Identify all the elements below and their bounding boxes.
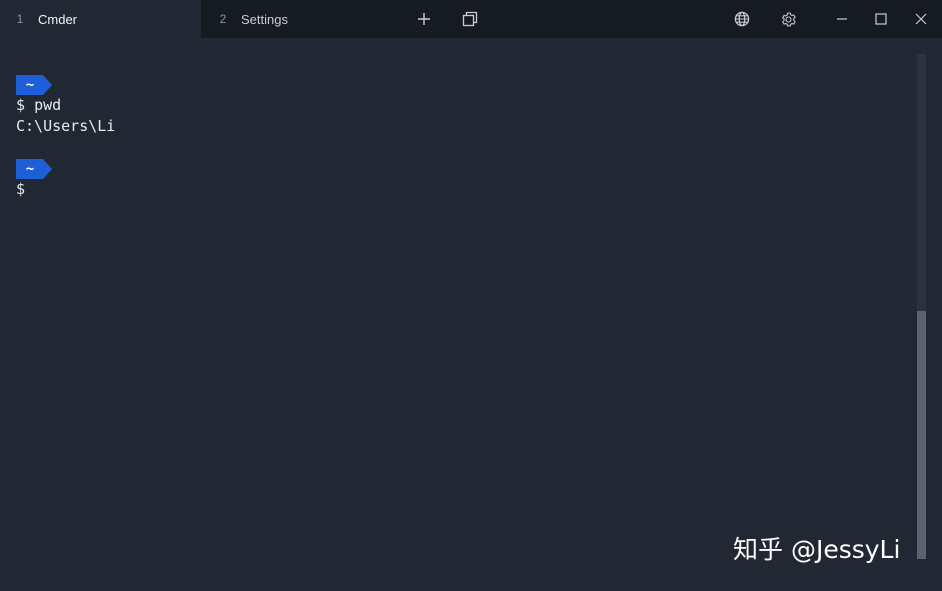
tab-number: 2 [219, 12, 227, 26]
prompt-symbol: $ [16, 96, 26, 114]
prompt-directory: ~ [25, 77, 35, 93]
duplicate-window-icon [462, 11, 478, 27]
prompt-directory-badge: ~ [16, 159, 52, 179]
settings-button[interactable] [770, 0, 806, 38]
watermark: 知乎 @JessyLi [733, 535, 901, 564]
tab-label: Cmder [38, 11, 78, 27]
minimize-button[interactable] [824, 0, 860, 38]
globe-icon [734, 11, 750, 27]
gear-icon [781, 12, 796, 26]
minimize-icon [837, 18, 847, 20]
tab-number: 1 [16, 12, 24, 26]
globe-button[interactable] [724, 0, 760, 38]
prompt-symbol: $ [16, 180, 26, 198]
maximize-icon [875, 13, 887, 25]
terminal-output[interactable]: ~ $ pwd C:\Users\Li ~ $ [0, 38, 912, 591]
command-text: pwd [34, 96, 62, 114]
title-bar: 1 Cmder 2 Settings [0, 0, 942, 38]
close-button[interactable] [903, 0, 939, 38]
scrollbar-thumb[interactable] [917, 311, 926, 559]
tab-label: Settings [241, 11, 288, 27]
prompt-directory: ~ [25, 161, 35, 177]
tab-cmder[interactable]: 1 Cmder [0, 0, 201, 38]
command-line: $ pwd [16, 95, 61, 115]
maximize-button[interactable] [863, 0, 899, 38]
new-tab-button[interactable] [406, 0, 442, 38]
terminal-window: 1 Cmder 2 Settings ~ $ pwd C:\Users\Li ~… [0, 0, 942, 591]
plus-icon [418, 13, 430, 25]
close-icon [915, 13, 927, 25]
current-prompt-line[interactable]: $ [16, 179, 25, 199]
tab-settings[interactable]: 2 Settings [201, 0, 400, 38]
output-line: C:\Users\Li [16, 117, 116, 135]
duplicate-window-button[interactable] [452, 0, 488, 38]
prompt-directory-badge: ~ [16, 75, 52, 95]
